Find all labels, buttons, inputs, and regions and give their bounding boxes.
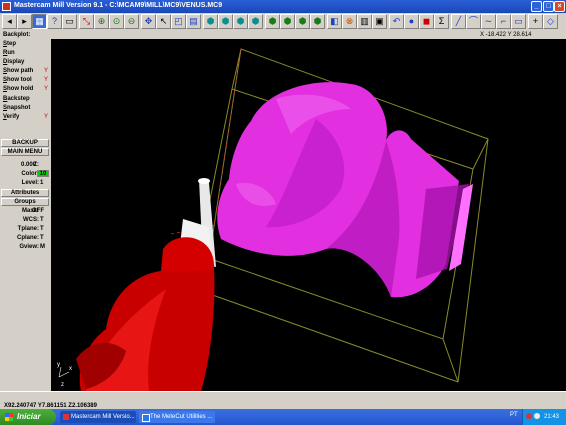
analyze-icon[interactable]: ▦ <box>32 14 47 29</box>
mask-field[interactable]: Mask: OFF <box>1 207 49 215</box>
cube-green-1-icon[interactable]: ⬢ <box>265 14 280 29</box>
axis-y-label: y <box>57 362 60 368</box>
shade-icon[interactable]: ◧ <box>327 14 342 29</box>
cube-top-icon[interactable]: ⬢ <box>248 14 263 29</box>
help-icon[interactable]: ? <box>47 14 62 29</box>
undo-icon[interactable]: ↶ <box>389 14 404 29</box>
menu-item-show-hold[interactable]: Show hold <box>3 86 33 92</box>
show-hold-flag: Y <box>44 86 49 92</box>
menu-item-backstep[interactable]: Backstep <box>3 96 30 102</box>
task-mastercam[interactable]: Mastercam Mill Versio... <box>60 411 136 423</box>
repaint-icon[interactable]: ◰ <box>171 14 186 29</box>
line-icon[interactable]: ╱ <box>451 14 466 29</box>
show-tool-flag: Y <box>44 77 49 83</box>
verify-icon[interactable]: ▣ <box>372 14 387 29</box>
attributes-button[interactable]: Attributes <box>1 189 49 197</box>
task-metecut[interactable]: The MeteCut Utilities ... <box>139 411 215 423</box>
menu-item-display[interactable]: Display <box>3 59 24 65</box>
select-icon[interactable]: ↖ <box>156 14 171 29</box>
start-button[interactable]: Iniciar <box>0 409 56 425</box>
tray-speaker-icon[interactable] <box>534 413 540 419</box>
cube-side-icon[interactable]: ⬢ <box>233 14 248 29</box>
zoom-window-icon[interactable]: ⊙ <box>109 14 124 29</box>
cursor-coordinates: X -18.422 Y 28.614 <box>480 32 532 38</box>
screen-icon[interactable]: ▭ <box>62 14 77 29</box>
backplot-label: Backplot: <box>3 32 31 38</box>
axis-x-label: x <box>69 366 72 372</box>
show-path-flag: Y <box>44 68 49 74</box>
point-icon[interactable]: + <box>528 14 543 29</box>
menu-item-verify[interactable]: Verify <box>3 114 19 120</box>
main-menu-button[interactable]: MAIN MENU <box>1 148 49 156</box>
title-bar: Mastercam Mill Version 9.1 - C:\MCAM9\MI… <box>0 0 566 13</box>
system-tray: 21:43 <box>522 409 566 425</box>
pan-icon[interactable]: ✥ <box>141 14 156 29</box>
delete-icon[interactable]: ⤡ <box>79 14 94 29</box>
tplane-field[interactable]: Tplane: T <box>1 225 49 233</box>
minimize-button[interactable]: _ <box>531 1 542 12</box>
menu-item-show-tool[interactable]: Show tool <box>3 77 32 83</box>
groups-button[interactable]: Groups <box>1 198 49 206</box>
taskbar: Iniciar Mastercam Mill Versio... The Met… <box>0 409 566 425</box>
side-menu: Step Run Display Show path Y Show tool Y… <box>0 39 52 391</box>
level-field[interactable]: Level: 1 <box>1 179 49 187</box>
cube-green-4-icon[interactable]: ⬢ <box>310 14 325 29</box>
spline-icon[interactable]: ∼ <box>481 14 496 29</box>
zoom-icon[interactable]: ⊕ <box>94 14 109 29</box>
window-title: Mastercam Mill Version 9.1 - C:\MCAM9\MI… <box>14 2 223 9</box>
cube-front-icon[interactable]: ⬢ <box>218 14 233 29</box>
menu-item-snapshot[interactable]: Snapshot <box>3 105 30 111</box>
polyline-icon[interactable]: ⌐ <box>496 14 511 29</box>
rectangle-icon[interactable]: ▭ <box>511 14 526 29</box>
level-icon[interactable]: ▥ <box>357 14 372 29</box>
trim-icon[interactable]: ◇ <box>543 14 558 29</box>
prompt-bar: Backplot: X -18.422 Y 28.614 <box>0 31 566 39</box>
sum-icon[interactable]: Σ <box>434 14 449 29</box>
metecut-app-icon <box>142 414 150 422</box>
language-indicator[interactable]: PT <box>510 412 518 418</box>
cube-green-3-icon[interactable]: ⬢ <box>295 14 310 29</box>
cplane-field[interactable]: Cplane: T <box>1 234 49 242</box>
backplot-scene: x y z <box>57 48 489 391</box>
color-field[interactable]: Color: 10 <box>1 170 49 178</box>
part-model <box>217 82 473 298</box>
menu-item-show-path[interactable]: Show path <box>3 68 33 74</box>
windows-logo-icon <box>5 413 13 421</box>
wcs-field[interactable]: WCS: T <box>1 216 49 224</box>
cube-iso-icon[interactable]: ⬢ <box>203 14 218 29</box>
tray-shield-icon[interactable] <box>526 413 532 419</box>
verify-flag: Y <box>44 114 49 120</box>
maximize-button[interactable]: □ <box>543 1 554 12</box>
app-icon[interactable] <box>2 2 11 11</box>
bottom-status-bar: X92.240747 Y7.861151 Z2.106389 <box>0 391 566 410</box>
view-top-icon[interactable]: ▤ <box>186 14 201 29</box>
redraw-icon[interactable]: ◼ <box>419 14 434 29</box>
cube-green-2-icon[interactable]: ⬢ <box>280 14 295 29</box>
graphics-viewport[interactable]: x y z <box>51 39 566 391</box>
color-swatch: 10 <box>37 170 49 177</box>
next-page-icon[interactable]: ▸ <box>17 14 32 29</box>
color-icon[interactable]: ⊗ <box>342 14 357 29</box>
toolbar: ◂ ▸ ▦ ? ▭ ⤡ ⊕ ⊙ ⊖ ✥ ↖ ◰ ▤ ⬢ ⬢ ⬢ ⬢ ⬢ ⬢ ⬢ … <box>0 13 566 32</box>
z-depth-field[interactable]: Z: 0.000 <box>1 161 49 169</box>
menu-item-step[interactable]: Step <box>3 41 16 47</box>
clock[interactable]: 21:43 <box>544 414 559 420</box>
close-button[interactable]: × <box>554 1 565 12</box>
menu-item-run[interactable]: Run <box>3 50 15 56</box>
arc-icon[interactable]: ⌒ <box>466 14 481 29</box>
unzoom-icon[interactable]: ⊖ <box>124 14 139 29</box>
prev-page-icon[interactable]: ◂ <box>2 14 17 29</box>
tool-holder <box>76 178 216 391</box>
backup-button[interactable]: BACKUP <box>1 139 49 147</box>
gview-field[interactable]: Gview: M <box>1 243 49 251</box>
axis-triad: x y z <box>57 362 72 388</box>
axis-z-label: z <box>61 382 64 388</box>
mastercam-app-icon <box>63 414 69 420</box>
sphere-icon[interactable]: ● <box>404 14 419 29</box>
